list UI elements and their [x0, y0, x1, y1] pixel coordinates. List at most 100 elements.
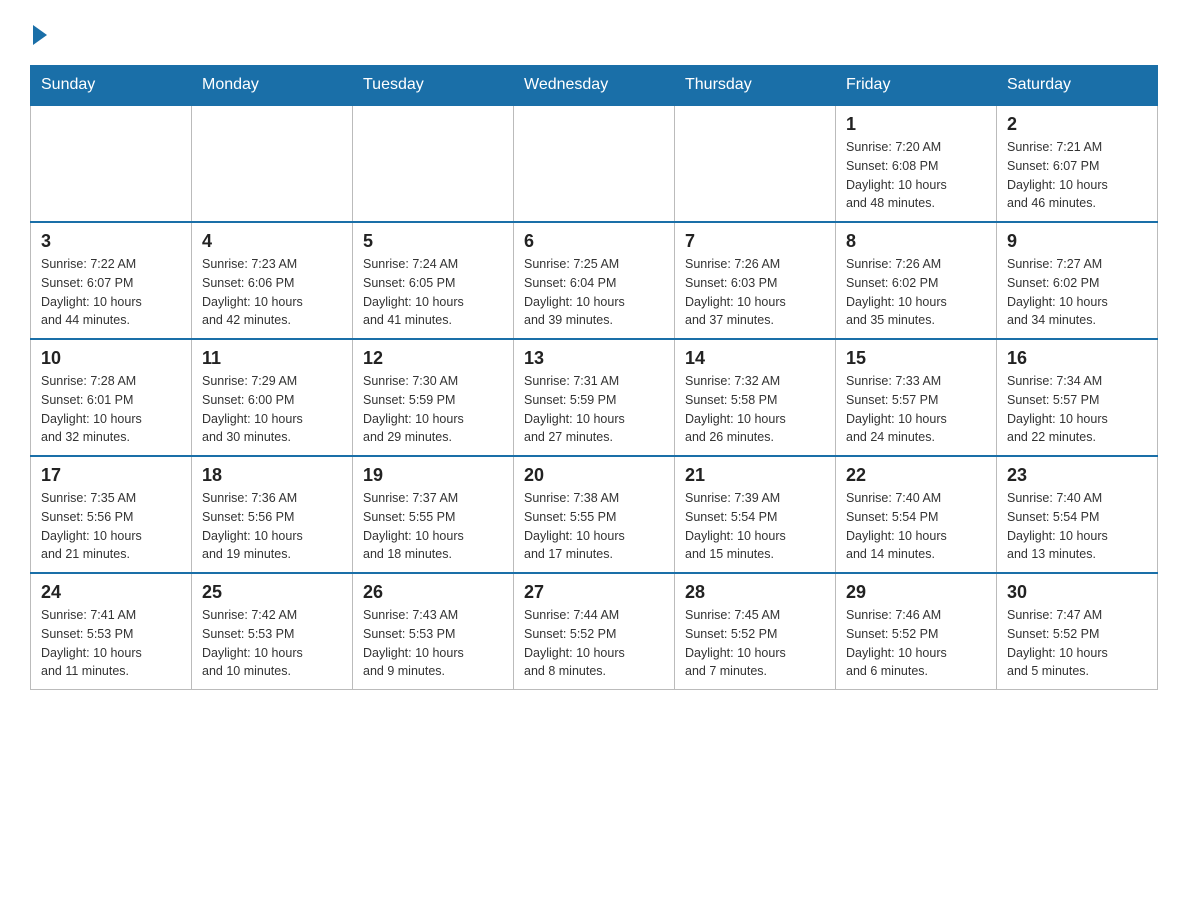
calendar-table: SundayMondayTuesdayWednesdayThursdayFrid… — [30, 65, 1158, 690]
weekday-header-sunday: Sunday — [31, 66, 192, 106]
calendar-cell — [675, 105, 836, 222]
day-info: Sunrise: 7:24 AMSunset: 6:05 PMDaylight:… — [363, 255, 503, 330]
weekday-header-wednesday: Wednesday — [514, 66, 675, 106]
day-number: 24 — [41, 582, 181, 603]
calendar-cell: 7 Sunrise: 7:26 AMSunset: 6:03 PMDaylight… — [675, 222, 836, 339]
day-number: 20 — [524, 465, 664, 486]
day-number: 28 — [685, 582, 825, 603]
calendar-cell: 27 Sunrise: 7:44 AMSunset: 5:52 PMDayligh… — [514, 573, 675, 690]
day-number: 13 — [524, 348, 664, 369]
day-info: Sunrise: 7:41 AMSunset: 5:53 PMDaylight:… — [41, 606, 181, 681]
weekday-header-thursday: Thursday — [675, 66, 836, 106]
day-number: 7 — [685, 231, 825, 252]
calendar-cell: 15 Sunrise: 7:33 AMSunset: 5:57 PMDayligh… — [836, 339, 997, 456]
day-info: Sunrise: 7:36 AMSunset: 5:56 PMDaylight:… — [202, 489, 342, 564]
calendar-cell: 30Sunrise: 7:47 AMSunset: 5:52 PMDayligh… — [997, 573, 1158, 690]
day-info: Sunrise: 7:28 AMSunset: 6:01 PMDaylight:… — [41, 372, 181, 447]
calendar-cell — [514, 105, 675, 222]
week-row-2: 3 Sunrise: 7:22 AMSunset: 6:07 PMDaylight… — [31, 222, 1158, 339]
day-info: Sunrise: 7:42 AMSunset: 5:53 PMDaylight:… — [202, 606, 342, 681]
calendar-cell: 9Sunrise: 7:27 AMSunset: 6:02 PMDaylight… — [997, 222, 1158, 339]
logo — [30, 20, 47, 45]
day-number: 4 — [202, 231, 342, 252]
calendar-cell: 12 Sunrise: 7:30 AMSunset: 5:59 PMDayligh… — [353, 339, 514, 456]
day-number: 25 — [202, 582, 342, 603]
day-info: Sunrise: 7:35 AMSunset: 5:56 PMDaylight:… — [41, 489, 181, 564]
day-info: Sunrise: 7:37 AMSunset: 5:55 PMDaylight:… — [363, 489, 503, 564]
calendar-cell: 8 Sunrise: 7:26 AMSunset: 6:02 PMDaylight… — [836, 222, 997, 339]
day-info: Sunrise: 7:39 AMSunset: 5:54 PMDaylight:… — [685, 489, 825, 564]
week-row-3: 10 Sunrise: 7:28 AMSunset: 6:01 PMDayligh… — [31, 339, 1158, 456]
calendar-cell: 1 Sunrise: 7:20 AMSunset: 6:08 PMDaylight… — [836, 105, 997, 222]
day-number: 21 — [685, 465, 825, 486]
day-number: 29 — [846, 582, 986, 603]
day-info: Sunrise: 7:46 AMSunset: 5:52 PMDaylight:… — [846, 606, 986, 681]
day-number: 23 — [1007, 465, 1147, 486]
day-number: 6 — [524, 231, 664, 252]
day-info: Sunrise: 7:32 AMSunset: 5:58 PMDaylight:… — [685, 372, 825, 447]
week-row-5: 24 Sunrise: 7:41 AMSunset: 5:53 PMDayligh… — [31, 573, 1158, 690]
logo-arrow-icon — [33, 25, 47, 45]
weekday-header-saturday: Saturday — [997, 66, 1158, 106]
day-info: Sunrise: 7:38 AMSunset: 5:55 PMDaylight:… — [524, 489, 664, 564]
week-row-1: 1 Sunrise: 7:20 AMSunset: 6:08 PMDaylight… — [31, 105, 1158, 222]
day-number: 19 — [363, 465, 503, 486]
day-info: Sunrise: 7:43 AMSunset: 5:53 PMDaylight:… — [363, 606, 503, 681]
day-number: 18 — [202, 465, 342, 486]
day-number: 17 — [41, 465, 181, 486]
day-number: 1 — [846, 114, 986, 135]
calendar-cell: 2Sunrise: 7:21 AMSunset: 6:07 PMDaylight… — [997, 105, 1158, 222]
calendar-cell: 24 Sunrise: 7:41 AMSunset: 5:53 PMDayligh… — [31, 573, 192, 690]
calendar-cell: 10 Sunrise: 7:28 AMSunset: 6:01 PMDayligh… — [31, 339, 192, 456]
day-number: 14 — [685, 348, 825, 369]
calendar-cell: 22 Sunrise: 7:40 AMSunset: 5:54 PMDayligh… — [836, 456, 997, 573]
day-number: 27 — [524, 582, 664, 603]
calendar-cell: 4 Sunrise: 7:23 AMSunset: 6:06 PMDaylight… — [192, 222, 353, 339]
calendar-cell: 17 Sunrise: 7:35 AMSunset: 5:56 PMDayligh… — [31, 456, 192, 573]
weekday-header-friday: Friday — [836, 66, 997, 106]
calendar-cell: 28 Sunrise: 7:45 AMSunset: 5:52 PMDayligh… — [675, 573, 836, 690]
day-info: Sunrise: 7:26 AMSunset: 6:02 PMDaylight:… — [846, 255, 986, 330]
day-info: Sunrise: 7:20 AMSunset: 6:08 PMDaylight:… — [846, 138, 986, 213]
day-info: Sunrise: 7:45 AMSunset: 5:52 PMDaylight:… — [685, 606, 825, 681]
day-number: 22 — [846, 465, 986, 486]
day-info: Sunrise: 7:40 AMSunset: 5:54 PMDaylight:… — [846, 489, 986, 564]
calendar-cell: 21 Sunrise: 7:39 AMSunset: 5:54 PMDayligh… — [675, 456, 836, 573]
calendar-cell: 14 Sunrise: 7:32 AMSunset: 5:58 PMDayligh… — [675, 339, 836, 456]
calendar-cell: 26 Sunrise: 7:43 AMSunset: 5:53 PMDayligh… — [353, 573, 514, 690]
weekday-header-monday: Monday — [192, 66, 353, 106]
calendar-cell: 23 Sunrise: 7:40 AMSunset: 5:54 PMDayligh… — [997, 456, 1158, 573]
calendar-cell — [353, 105, 514, 222]
weekday-header-row: SundayMondayTuesdayWednesdayThursdayFrid… — [31, 66, 1158, 106]
day-info: Sunrise: 7:30 AMSunset: 5:59 PMDaylight:… — [363, 372, 503, 447]
day-info: Sunrise: 7:29 AMSunset: 6:00 PMDaylight:… — [202, 372, 342, 447]
calendar-cell — [31, 105, 192, 222]
day-info: Sunrise: 7:23 AMSunset: 6:06 PMDaylight:… — [202, 255, 342, 330]
day-info: Sunrise: 7:22 AMSunset: 6:07 PMDaylight:… — [41, 255, 181, 330]
day-info: Sunrise: 7:44 AMSunset: 5:52 PMDaylight:… — [524, 606, 664, 681]
day-info: Sunrise: 7:26 AMSunset: 6:03 PMDaylight:… — [685, 255, 825, 330]
calendar-cell: 25 Sunrise: 7:42 AMSunset: 5:53 PMDayligh… — [192, 573, 353, 690]
day-info: Sunrise: 7:33 AMSunset: 5:57 PMDaylight:… — [846, 372, 986, 447]
day-number: 30 — [1007, 582, 1147, 603]
day-number: 8 — [846, 231, 986, 252]
day-number: 15 — [846, 348, 986, 369]
week-row-4: 17 Sunrise: 7:35 AMSunset: 5:56 PMDayligh… — [31, 456, 1158, 573]
day-info: Sunrise: 7:21 AMSunset: 6:07 PMDaylight:… — [1007, 138, 1147, 213]
page-header — [30, 20, 1158, 45]
day-number: 3 — [41, 231, 181, 252]
day-info: Sunrise: 7:31 AMSunset: 5:59 PMDaylight:… — [524, 372, 664, 447]
day-number: 5 — [363, 231, 503, 252]
calendar-cell: 20 Sunrise: 7:38 AMSunset: 5:55 PMDayligh… — [514, 456, 675, 573]
day-info: Sunrise: 7:40 AMSunset: 5:54 PMDaylight:… — [1007, 489, 1147, 564]
day-number: 16 — [1007, 348, 1147, 369]
calendar-cell: 6Sunrise: 7:25 AMSunset: 6:04 PMDaylight… — [514, 222, 675, 339]
day-number: 26 — [363, 582, 503, 603]
day-info: Sunrise: 7:34 AMSunset: 5:57 PMDaylight:… — [1007, 372, 1147, 447]
calendar-cell: 19 Sunrise: 7:37 AMSunset: 5:55 PMDayligh… — [353, 456, 514, 573]
day-number: 11 — [202, 348, 342, 369]
day-number: 10 — [41, 348, 181, 369]
calendar-cell: 11 Sunrise: 7:29 AMSunset: 6:00 PMDayligh… — [192, 339, 353, 456]
calendar-cell: 13 Sunrise: 7:31 AMSunset: 5:59 PMDayligh… — [514, 339, 675, 456]
day-number: 12 — [363, 348, 503, 369]
